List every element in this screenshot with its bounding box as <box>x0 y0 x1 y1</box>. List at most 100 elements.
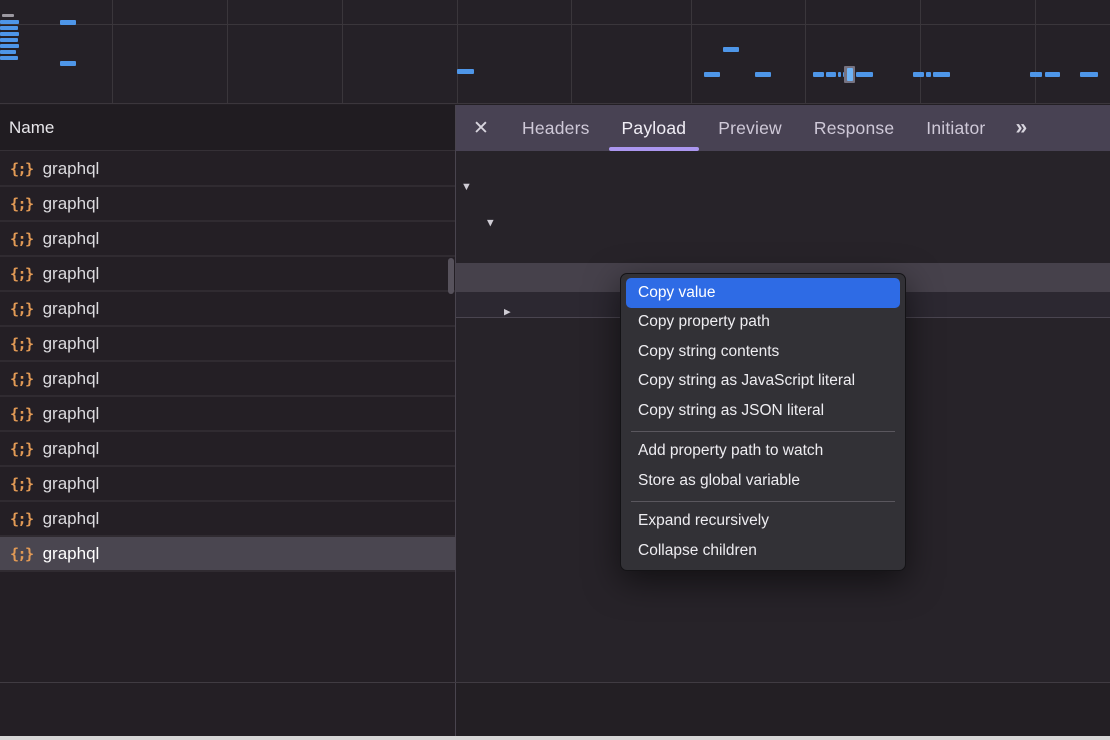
overview-request-bar <box>813 72 824 77</box>
request-row-graphql[interactable]: {;} graphql <box>0 327 455 362</box>
overview-request-bar <box>933 72 950 77</box>
menu-item-expand-recursively[interactable]: Expand recursively <box>626 507 900 537</box>
request-row-graphql[interactable]: {;} graphql <box>0 222 455 257</box>
request-name-label: graphql <box>43 439 100 459</box>
request-row-graphql[interactable]: {;} graphql <box>0 187 455 222</box>
overview-request-bar <box>0 44 19 48</box>
json-braces-icon: {;} <box>10 335 33 353</box>
request-row-graphql[interactable]: {;}graphql <box>0 362 455 397</box>
overview-request-bar <box>0 20 19 24</box>
json-braces-icon: {;} <box>10 440 33 458</box>
overview-request-bar <box>913 72 924 77</box>
overview-request-bar <box>1080 72 1098 77</box>
overview-request-bar <box>755 72 771 77</box>
request-row-graphql[interactable]: {;} graphql <box>0 537 455 572</box>
json-braces-icon: {;} <box>10 265 33 283</box>
overview-request-bar <box>60 61 76 66</box>
request-name-label: graphql <box>43 229 100 249</box>
request-row-graphql[interactable]: {;} graphql <box>0 292 455 327</box>
overview-gridline <box>112 0 113 103</box>
overview-request-bar <box>704 72 720 77</box>
tab-headers[interactable]: Headers <box>506 105 606 151</box>
collapse-triangle-icon[interactable]: ▼ <box>461 173 472 193</box>
tab-initiator[interactable]: Initiator <box>910 105 1001 151</box>
request-row-graphql[interactable]: {;} graphql <box>0 257 455 292</box>
menu-item-collapse-children[interactable]: Collapse children <box>626 536 900 566</box>
menu-item-copy-string-contents[interactable]: Copy string contents <box>626 337 900 367</box>
request-row-graphql[interactable]: {;} graphql <box>0 152 455 187</box>
overview-request-bar <box>0 38 18 42</box>
payload-preview-row[interactable]: ▼ {operationName: "ipFlowTimeseries", va… <box>456 201 1110 228</box>
devtools-network-panel: Name {;}graphql{;}graphql{;}graphql{;}gr… <box>0 0 1110 740</box>
request-name-label: graphql <box>43 159 100 179</box>
json-braces-icon: {;} <box>10 510 33 528</box>
overview-request-bar <box>723 47 739 52</box>
overview-request-bar <box>1045 72 1060 77</box>
tab-preview[interactable]: Preview <box>702 105 798 151</box>
menu-item-copy-string-as-json-literal[interactable]: Copy string as JSON literal <box>626 396 900 426</box>
overview-request-bar <box>457 69 474 74</box>
json-braces-icon: {;} <box>10 475 33 493</box>
json-braces-icon: {;} <box>10 300 33 318</box>
network-overview-timeline[interactable] <box>0 0 1110 104</box>
footer-divider <box>0 682 1110 683</box>
tab-response[interactable]: Response <box>798 105 910 151</box>
request-name-label: graphql <box>43 299 100 319</box>
overview-request-bar <box>856 72 873 77</box>
menu-separator <box>631 501 895 502</box>
request-row-graphql[interactable]: {;} graphql <box>0 502 455 537</box>
context-menu: Copy valueCopy property pathCopy string … <box>620 273 906 571</box>
column-header-name[interactable]: Name <box>0 105 455 151</box>
json-braces-icon: {;} <box>10 195 33 213</box>
request-name-label: graphql <box>43 194 100 214</box>
menu-item-copy-property-path[interactable]: Copy property path <box>626 308 900 338</box>
request-row-graphql[interactable]: {;}graphql <box>0 397 455 432</box>
overview-request-bar <box>60 20 76 25</box>
overview-gridline <box>227 0 228 103</box>
overview-request-bar <box>0 32 19 36</box>
request-name-label: graphql <box>43 264 100 284</box>
request-name-label: graphql <box>43 334 100 354</box>
collapse-triangle-icon[interactable]: ▼ <box>487 209 494 228</box>
expand-triangle-icon[interactable]: ▶ <box>504 299 511 318</box>
request-list: {;} graphql {;} graphql {;} graphql {;} graphql… <box>0 152 455 681</box>
panel-divider[interactable] <box>455 105 456 736</box>
overview-request-bar <box>2 14 14 17</box>
request-row-graphql[interactable]: {;} graphql <box>0 432 455 467</box>
tab-label: Payload <box>622 118 687 139</box>
menu-item-copy-string-as-javascript-literal[interactable]: Copy string as JavaScript literal <box>626 367 900 397</box>
overview-gridline <box>342 0 343 103</box>
request-name-label: graphql <box>43 369 100 389</box>
tab-label: Initiator <box>926 118 985 139</box>
overview-request-bar <box>826 72 836 77</box>
overview-gridline <box>920 0 921 103</box>
menu-item-store-as-global-variable[interactable]: Store as global variable <box>626 466 900 496</box>
overview-request-bar <box>0 56 18 60</box>
close-icon[interactable]: ✕ <box>469 117 493 140</box>
json-braces-icon: {;} <box>10 160 33 178</box>
overview-gridline <box>457 0 458 103</box>
tab-label: Headers <box>522 118 590 139</box>
overview-request-bar <box>1030 72 1042 77</box>
scrollbar-thumb[interactable] <box>448 258 454 294</box>
window-bottom-edge <box>0 736 1110 740</box>
overview-gridline <box>1035 0 1036 103</box>
request-name-label: graphql <box>43 544 100 564</box>
operation-name-row[interactable]: operationName: "ipFlowTimeseries" <box>456 236 1110 263</box>
menu-item-add-property-path-to-watch[interactable]: Add property path to watch <box>626 437 900 467</box>
request-name-label: graphql <box>43 509 100 529</box>
overview-gridline <box>691 0 692 103</box>
request-row-graphql[interactable]: {;} graphql <box>0 467 455 502</box>
menu-separator <box>631 431 895 432</box>
request-payload-section: ▼ Request Payload view source <box>456 165 1110 193</box>
overview-request-bar <box>838 72 841 77</box>
request-name-label: graphql <box>43 474 100 494</box>
json-braces-icon: {;} <box>10 545 33 563</box>
json-braces-icon: {;} <box>10 230 33 248</box>
tab-label: Preview <box>718 118 782 139</box>
menu-item-copy-value[interactable]: Copy value <box>626 278 900 308</box>
more-tabs-icon[interactable]: » <box>1015 116 1025 140</box>
overview-hover-bar <box>847 68 853 81</box>
overview-request-bar <box>0 26 18 30</box>
tab-payload[interactable]: Payload <box>606 105 703 151</box>
